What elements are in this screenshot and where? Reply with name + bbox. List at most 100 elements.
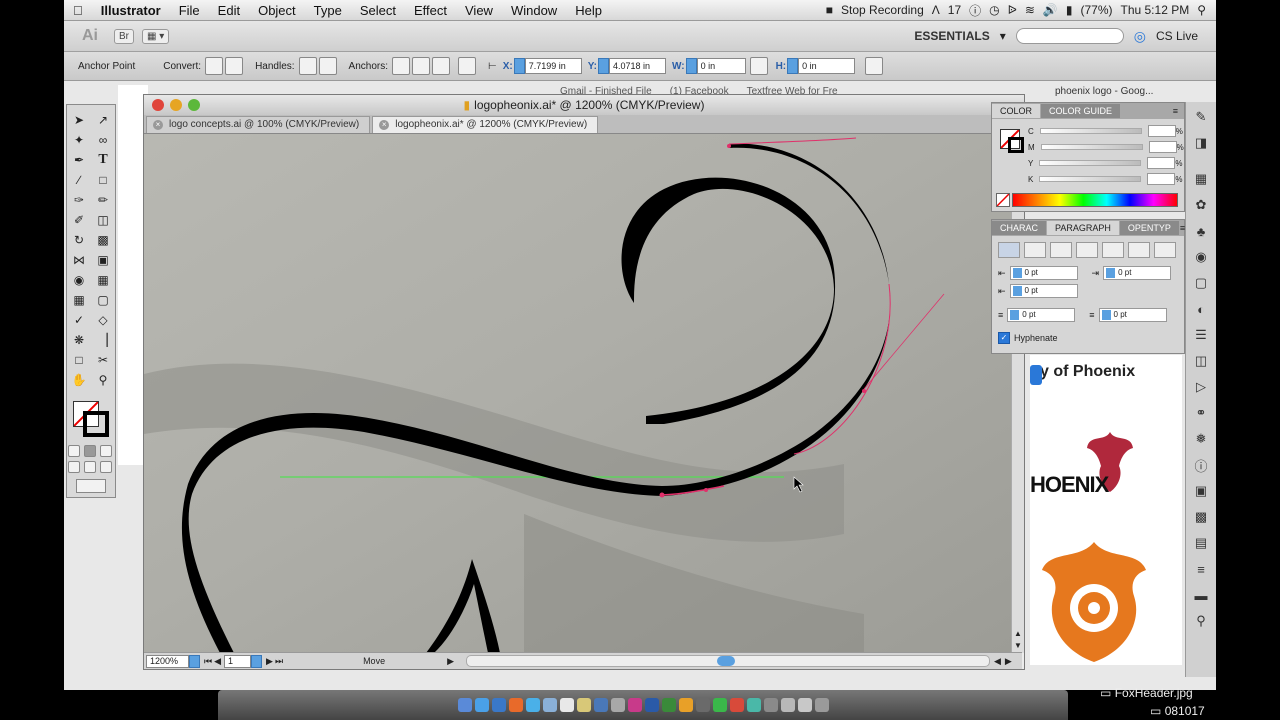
y-field[interactable]: 4.0718 in	[608, 58, 666, 74]
horizontal-scroll-thumb[interactable]	[717, 656, 735, 666]
arrange-documents-icon[interactable]: ▦ ▾	[142, 28, 170, 44]
draw-normal-icon[interactable]	[68, 461, 80, 473]
hide-handles-icon[interactable]	[318, 57, 337, 75]
adobe-icon[interactable]: Λ	[932, 3, 940, 17]
app-store-icon[interactable]	[491, 698, 506, 712]
brushes-icon[interactable]: ✿	[1190, 194, 1212, 216]
magic-wand-tool-icon[interactable]: ✦	[69, 131, 89, 149]
tab-character[interactable]: CHARAC	[992, 221, 1047, 235]
status-text[interactable]: Move	[363, 656, 385, 666]
spotlight-icon[interactable]: ⚲	[1197, 3, 1206, 17]
illustrator-dock-icon[interactable]	[678, 698, 693, 712]
connect-anchor-icon[interactable]	[412, 57, 430, 75]
finder-icon[interactable]	[457, 698, 472, 712]
desktop-file-name[interactable]: 081017	[1165, 704, 1205, 718]
workspace-switcher[interactable]: ESSENTIALS	[914, 29, 989, 43]
color-panel-icon[interactable]: ✎	[1190, 106, 1212, 128]
menu-effect[interactable]: Effect	[405, 3, 456, 18]
downloads-stack-icon[interactable]	[780, 698, 795, 712]
pencil-tool-icon[interactable]: ✏	[93, 191, 113, 209]
black-slider[interactable]	[1039, 176, 1142, 182]
scroll-right-icon[interactable]: ▶	[1005, 656, 1012, 667]
blend-tool-icon[interactable]: ◇	[93, 311, 113, 329]
gradient-tool-icon[interactable]: ▢	[93, 291, 113, 309]
stop-recording-icon[interactable]: ■	[826, 3, 833, 17]
cslive-icon[interactable]: ◎	[1134, 28, 1146, 45]
transform-icon[interactable]	[865, 57, 884, 75]
tab-opentype[interactable]: OPENTYP	[1119, 221, 1179, 235]
close-tab-icon[interactable]: ×	[379, 120, 390, 130]
selection-tool-icon[interactable]: ➤	[69, 111, 89, 129]
left-indent-field[interactable]: 0 pt	[1009, 266, 1078, 280]
justify-all-icon[interactable]	[1154, 242, 1176, 258]
previous-artboard-icon[interactable]: ◀	[214, 656, 221, 667]
fill-stroke-swatch[interactable]	[73, 401, 109, 437]
rotate-tool-icon[interactable]: ↻	[69, 231, 89, 249]
align-right-icon[interactable]	[1050, 242, 1072, 258]
w-field[interactable]: 0 in	[696, 58, 746, 74]
help-search-input[interactable]	[1015, 28, 1124, 44]
slice-tool-icon[interactable]: ✂	[93, 351, 113, 369]
trash-icon[interactable]	[814, 698, 829, 712]
color-spectrum-bar[interactable]	[1012, 193, 1178, 207]
anchor-point[interactable]	[659, 492, 665, 498]
links-icon[interactable]: ▷	[1190, 376, 1212, 398]
yellow-slider[interactable]	[1039, 160, 1142, 166]
menu-view[interactable]: View	[456, 3, 502, 18]
align-center-icon[interactable]	[1024, 242, 1046, 258]
scale-tool-icon[interactable]: ▩	[93, 231, 113, 249]
preview-icon[interactable]	[746, 698, 761, 712]
stop-recording-label[interactable]: Stop Recording	[841, 3, 924, 17]
info-panel-icon[interactable]: ⓘ	[1190, 454, 1212, 476]
documents-stack-icon[interactable]	[797, 698, 812, 712]
time-machine-icon[interactable]: ◷	[989, 3, 999, 17]
none-color-icon[interactable]	[996, 193, 1010, 207]
desktop-file-name[interactable]: FoxHeader.jpg	[1115, 686, 1193, 700]
anchor-point[interactable]	[704, 488, 708, 492]
color-guide-icon[interactable]: ◨	[1190, 132, 1212, 154]
eyedropper-tool-icon[interactable]: ✓	[69, 311, 89, 329]
transparency-icon[interactable]: ◐	[1190, 298, 1212, 320]
horizontal-scrollbar[interactable]	[466, 655, 990, 667]
eraser-tool-icon[interactable]: ◫	[93, 211, 113, 229]
zoom-window-icon[interactable]	[188, 99, 200, 111]
volume-icon[interactable]: 🔊	[1043, 3, 1058, 17]
artboards-icon[interactable]: ◫	[1190, 350, 1212, 372]
battery-icon[interactable]: ▮	[1066, 3, 1073, 17]
cyan-slider[interactable]	[1039, 128, 1142, 134]
tab-color-guide[interactable]: COLOR GUIDE	[1041, 104, 1121, 118]
panel-menu-icon[interactable]: ≡	[1173, 106, 1184, 116]
zoom-tool-icon[interactable]: ⚲	[93, 371, 113, 389]
column-graph-tool-icon[interactable]: ▕	[93, 331, 113, 349]
desktop-file-icon[interactable]: ▭	[1100, 686, 1111, 700]
menu-select[interactable]: Select	[351, 3, 405, 18]
align-icon[interactable]: ⊢	[488, 61, 497, 72]
shape-builder-tool-icon[interactable]: ◉	[69, 271, 89, 289]
show-handles-icon[interactable]	[298, 57, 317, 75]
x-field[interactable]: 7.7199 in	[524, 58, 582, 74]
bridge-icon[interactable]	[695, 698, 710, 712]
skype-icon[interactable]	[712, 698, 727, 712]
y-stepper-icon[interactable]	[597, 58, 609, 74]
constrain-proportions-icon[interactable]	[749, 57, 768, 75]
justify-left-icon[interactable]	[1076, 242, 1098, 258]
draw-inside-icon[interactable]	[100, 461, 112, 473]
lasso-tool-icon[interactable]: ∞	[93, 131, 113, 149]
artboard-canvas[interactable]	[144, 134, 1022, 653]
zoom-field[interactable]: 1200%	[146, 654, 189, 668]
menu-help[interactable]: Help	[566, 3, 611, 18]
status-menu-icon[interactable]: ▶	[447, 656, 454, 667]
space-before-field[interactable]: 0 pt	[1007, 308, 1076, 322]
gradient-mode-icon[interactable]	[84, 445, 96, 457]
stroke-icon[interactable]: ◉	[1190, 246, 1212, 268]
magenta-field[interactable]	[1148, 141, 1177, 153]
artboard-number-field[interactable]: 1	[224, 654, 252, 668]
screen-mode-icon[interactable]	[76, 479, 106, 493]
pen-tool-icon[interactable]: ✒	[69, 151, 89, 169]
photos-icon[interactable]	[610, 698, 625, 712]
tab-logo-concepts[interactable]: × logo concepts.ai @ 100% (CMYK/Preview)	[146, 116, 371, 133]
swatches-icon[interactable]: ▦	[1190, 168, 1212, 190]
bridge-button[interactable]: Br	[114, 28, 134, 44]
none-mode-icon[interactable]	[100, 445, 112, 457]
minimize-window-icon[interactable]	[170, 99, 182, 111]
